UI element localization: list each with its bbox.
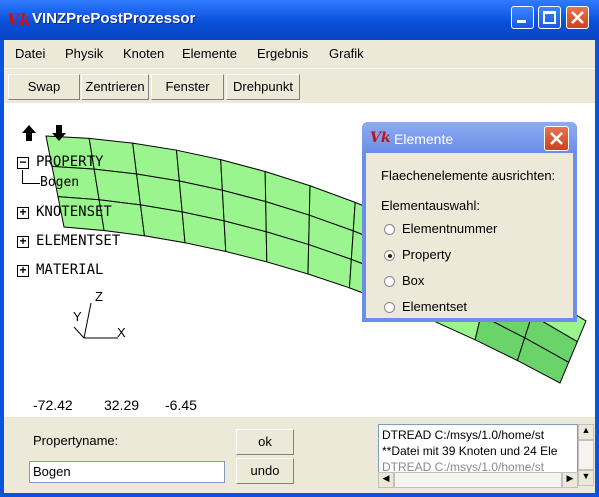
tree-item-knotenset[interactable]: KNOTENSET [36,204,112,220]
radio-label-elementnummer[interactable]: Elementnummer [402,221,497,236]
drehpunkt-button[interactable]: Drehpunkt [226,74,300,100]
coord-y: 32.29 [104,397,140,413]
minimize-button[interactable] [511,6,534,29]
propertyname-label: Propertyname: [33,433,119,448]
scroll-left-button[interactable]: ◀ [378,472,394,488]
dialog-heading: Flaechenelemente ausrichten: [381,168,556,183]
scroll-right-button[interactable]: ▶ [562,472,578,488]
propertyname-input[interactable]: Bogen [29,461,225,483]
dialog-close-button[interactable] [544,126,569,151]
expand-icon[interactable]: + [17,206,29,219]
undo-button[interactable]: undo [236,458,294,484]
dialog-logo: Vk [370,130,391,146]
scroll-up-button[interactable]: ▲ [578,424,594,440]
radio-property[interactable] [384,250,395,261]
window-title: VINZPrePostProzessor [32,10,196,27]
tree-connector [22,170,23,183]
scroll-down-button[interactable]: ▼ [578,470,594,486]
maximize-icon [543,11,556,24]
log-line: **Datei mit 39 Knoten und 24 Ele [382,444,558,458]
tree-item-property[interactable]: PROPERTY [36,154,103,170]
vertical-scrollbar[interactable] [578,440,594,470]
fenster-button[interactable]: Fenster [151,74,224,100]
expand-icon[interactable]: + [17,235,29,248]
menu-elemente[interactable]: Elemente [182,46,237,61]
menu-ergebnis[interactable]: Ergebnis [257,46,308,61]
coord-x: -72.42 [33,397,73,413]
swap-button[interactable]: Swap [8,74,80,100]
menu-grafik[interactable]: Grafik [329,46,364,61]
axis-x-label: X [117,325,126,340]
close-icon [550,132,563,145]
menu-datei[interactable]: Datei [15,46,45,61]
log-line: DTREAD C:/msys/1.0/home/st [382,428,545,442]
tree-item-elementset[interactable]: ELEMENTSET [36,233,120,249]
dialog-title: Elemente [394,131,454,147]
radio-box[interactable] [384,276,395,287]
dialog-group-label: Elementauswahl: [381,198,480,213]
ok-button[interactable]: ok [236,429,294,455]
radio-elementset[interactable] [384,302,395,313]
minimize-icon [517,20,526,23]
mesh-element[interactable] [93,168,142,206]
collapse-icon[interactable]: − [17,156,29,169]
arrow-up-icon[interactable] [20,124,38,142]
coord-z: -6.45 [165,397,197,413]
radio-label-property[interactable]: Property [402,247,451,262]
maximize-button[interactable] [538,6,561,29]
menu-physik[interactable]: Physik [65,46,103,61]
tree-item-material[interactable]: MATERIAL [36,262,103,278]
radio-elementnummer[interactable] [384,224,395,235]
horizontal-scrollbar[interactable] [394,472,562,488]
axis-z-label: Z [95,289,103,304]
expand-icon[interactable]: + [17,264,29,277]
close-icon [571,11,584,24]
close-button[interactable] [566,6,589,29]
axis-y-label: Y [73,309,82,324]
zentrieren-button[interactable]: Zentrieren [81,74,149,100]
radio-label-box[interactable]: Box [402,273,424,288]
tree-connector [22,183,40,184]
arrow-down-icon[interactable] [50,124,68,142]
radio-label-elementset[interactable]: Elementset [402,299,467,314]
menu-knoten[interactable]: Knoten [123,46,164,61]
tree-item-bogen[interactable]: Bogen [40,175,79,190]
app-logo: Vk [7,10,31,29]
